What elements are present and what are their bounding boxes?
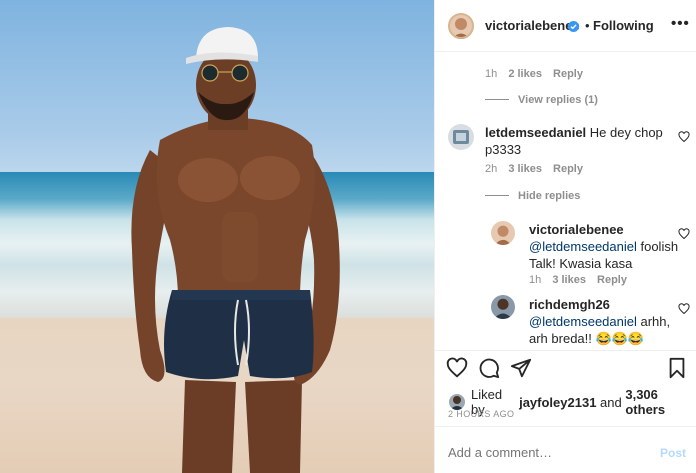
follow-status-button[interactable]: Following bbox=[593, 18, 654, 33]
reply-mention[interactable]: @letdemseedaniel bbox=[529, 314, 637, 329]
comment-text: letdemseedaniel He dey chop p3333 bbox=[485, 124, 675, 158]
heart-icon[interactable] bbox=[446, 357, 468, 379]
reply-time: 1h bbox=[529, 274, 542, 286]
comment-time: 1h bbox=[485, 68, 498, 80]
heart-icon[interactable] bbox=[678, 227, 690, 240]
separator-dot: • bbox=[585, 18, 590, 33]
avatar[interactable] bbox=[491, 221, 515, 245]
comment-meta: 2h 3 likes Reply bbox=[485, 163, 591, 175]
reply-body-line1: foolish bbox=[636, 239, 679, 254]
reply-likes[interactable]: 3 likes bbox=[552, 274, 586, 286]
avatar[interactable] bbox=[448, 13, 474, 39]
reply-text: richdemgh26 @letdemseedaniel arhh, arh b… bbox=[529, 296, 679, 347]
post-button[interactable]: Post bbox=[660, 446, 686, 460]
heart-icon[interactable] bbox=[678, 130, 690, 143]
reply-text: victorialebenee @letdemseedaniel foolish… bbox=[529, 221, 679, 272]
replies-divider bbox=[485, 99, 509, 100]
post-photo[interactable] bbox=[0, 0, 434, 473]
comment-reply-button[interactable]: Reply bbox=[553, 163, 583, 175]
more-icon[interactable]: ••• bbox=[671, 15, 690, 32]
actions-divider bbox=[435, 350, 696, 351]
comment-input[interactable] bbox=[448, 445, 638, 460]
likes-user[interactable]: jayfoley2131 bbox=[519, 395, 596, 410]
reply-username[interactable]: victorialebenee bbox=[529, 222, 624, 237]
avatar[interactable] bbox=[449, 394, 465, 410]
reply-body-line2: Talk! Kwasia kasa bbox=[529, 256, 633, 271]
comment-body-line1: He dey chop bbox=[589, 125, 663, 140]
post-header: victorialebenee • Following ••• bbox=[435, 0, 696, 52]
comment-icon[interactable] bbox=[478, 357, 500, 379]
comment-reply-button[interactable]: Reply bbox=[553, 68, 583, 80]
reply-username[interactable]: richdemgh26 bbox=[529, 297, 610, 312]
bookmark-icon[interactable] bbox=[666, 357, 688, 379]
reply-reply-button[interactable]: Reply bbox=[597, 274, 627, 286]
replies-divider bbox=[485, 195, 509, 196]
avatar[interactable] bbox=[448, 124, 474, 150]
post-timestamp: 2 HOURS AGO bbox=[448, 409, 515, 419]
likes-middle: and bbox=[596, 394, 626, 410]
add-comment-bar: Post bbox=[435, 426, 696, 473]
share-icon[interactable] bbox=[510, 357, 532, 379]
avatar[interactable] bbox=[491, 295, 515, 319]
comment-time: 2h bbox=[485, 163, 498, 175]
reply-meta: 1h 3 likes Reply bbox=[529, 274, 635, 286]
comment-body-line2: p3333 bbox=[485, 142, 522, 157]
post-username[interactable]: victorialebenee bbox=[485, 18, 580, 33]
comment-meta: 1h 2 likes Reply bbox=[485, 68, 591, 80]
comment-likes[interactable]: 2 likes bbox=[508, 68, 542, 80]
comment-username[interactable]: letdemseedaniel bbox=[485, 125, 586, 140]
reply-body-line2: arh breda!! 😂😂😂 bbox=[529, 331, 645, 346]
comment-likes[interactable]: 3 likes bbox=[508, 163, 542, 175]
verified-icon bbox=[568, 19, 579, 32]
likes-others[interactable]: 3,306 others bbox=[625, 387, 696, 417]
reply-mention[interactable]: @letdemseedaniel bbox=[529, 239, 637, 254]
reply-body-line1: arhh, bbox=[636, 314, 671, 329]
comments-panel: victorialebenee • Following ••• 1h 2 lik… bbox=[434, 0, 696, 473]
hide-replies-button[interactable]: Hide replies bbox=[518, 190, 580, 202]
heart-icon[interactable] bbox=[678, 302, 690, 315]
man-figure bbox=[131, 27, 340, 473]
view-replies-button[interactable]: View replies (1) bbox=[518, 94, 598, 106]
